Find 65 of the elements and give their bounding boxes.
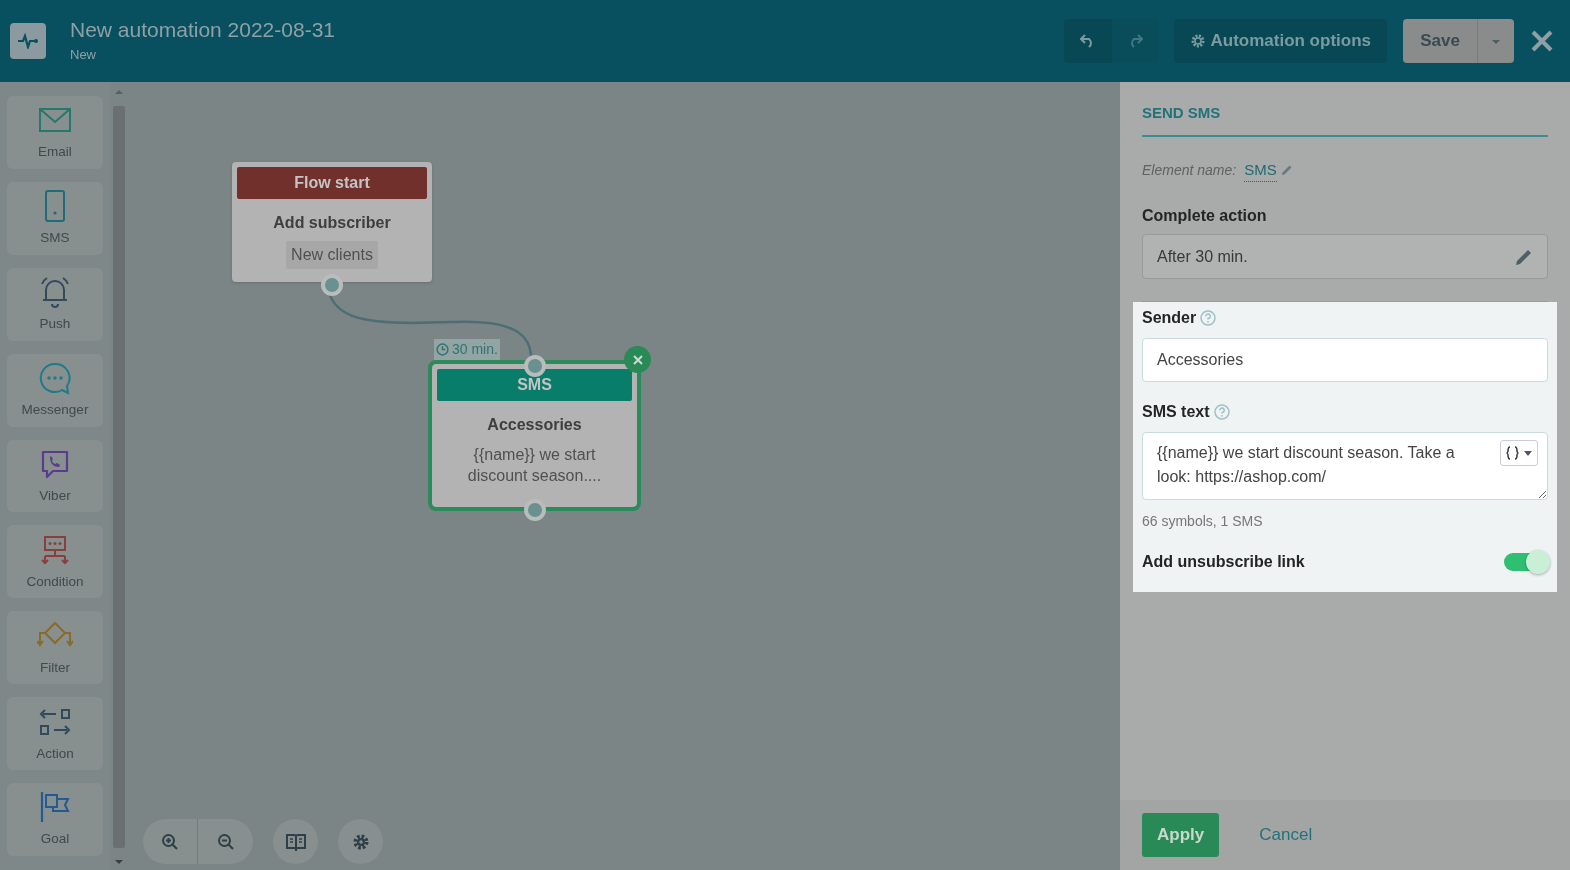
node-title: Accessories [486, 415, 583, 435]
complete-action-field[interactable]: After 30 min. [1142, 234, 1548, 279]
sender-field[interactable]: Accessories [1142, 338, 1548, 382]
flow-node[interactable]: Flow start Add subscriber New clients [232, 162, 432, 282]
node-tag: New clients [286, 241, 378, 269]
clock-icon [436, 343, 449, 356]
variables-button[interactable] [1500, 440, 1538, 466]
automation-options-button[interactable]: Automation options [1174, 19, 1387, 63]
node-header: SMS [437, 369, 632, 401]
apply-button[interactable]: Apply [1142, 813, 1220, 857]
undo-button[interactable] [1064, 19, 1113, 63]
delay-label: 30 min. [434, 339, 500, 360]
palette-item[interactable]: SMS [7, 181, 103, 255]
help-icon [1213, 404, 1230, 420]
automation-status: New [70, 45, 97, 64]
connection-port[interactable] [523, 355, 546, 377]
palette-item[interactable]: Filter [7, 611, 103, 685]
palette-item[interactable]: Viber [7, 439, 103, 513]
settings-icon [1190, 33, 1207, 49]
node-text: {{name}} we start discount season.... [466, 445, 603, 486]
redo-button[interactable] [1112, 19, 1159, 63]
sms-text-field[interactable]: {{name}} we start discount season. Take a look: https://ashop.com/ [1142, 432, 1548, 500]
pencil-icon [1280, 164, 1293, 177]
field-label: Complete action [1142, 206, 1268, 226]
zoom-in-icon [161, 832, 179, 851]
settings-icon [351, 832, 370, 851]
cancel-link[interactable]: Cancel [1259, 822, 1313, 848]
save-button[interactable]: Save [1403, 19, 1478, 63]
scroll-down-icon[interactable] [114, 858, 124, 866]
caret-icon [1491, 38, 1501, 45]
palette-item[interactable]: Action [7, 697, 103, 771]
field-label: Sender [1142, 308, 1197, 328]
node-title: Add subscriber [272, 213, 392, 233]
automation-title: New automation 2022-08-31 [70, 17, 335, 41]
book-icon [285, 832, 306, 851]
help-icon [1200, 310, 1217, 326]
pencil-icon [1515, 247, 1533, 266]
settings-button[interactable] [338, 819, 383, 864]
palette-item[interactable]: Push [7, 267, 103, 341]
symbol-counter: 66 symbols, 1 SMS [1142, 512, 1264, 531]
element-name-link[interactable]: SMS [1244, 158, 1277, 182]
guide-button[interactable] [273, 819, 318, 864]
unsubscribe-toggle[interactable] [1504, 553, 1548, 571]
palette-item[interactable]: Messenger [7, 353, 103, 427]
chat-bubble-icon [37, 360, 73, 396]
pulse-icon [17, 33, 39, 49]
node-header: Flow start [237, 167, 427, 199]
connection-port[interactable] [321, 274, 343, 296]
zoom-out-icon [216, 832, 235, 851]
panel-title: SEND SMS [1142, 102, 1548, 137]
caret-icon [1524, 450, 1532, 456]
close-icon [632, 354, 643, 365]
palette-item[interactable]: Goal [7, 783, 103, 856]
zoom-out-button[interactable] [198, 819, 253, 864]
palette-item[interactable]: Condition [7, 525, 103, 599]
close-icon [1530, 29, 1554, 53]
toggle-label: Add unsubscribe link [1142, 552, 1305, 572]
braces-icon [1506, 446, 1522, 460]
field-label: SMS text [1142, 402, 1210, 422]
close-button[interactable] [1530, 29, 1554, 53]
zoom-in-button[interactable] [143, 819, 198, 864]
scroll-up-icon[interactable] [114, 88, 124, 96]
palette-item[interactable]: Email [7, 96, 103, 169]
remove-node-button[interactable] [624, 346, 651, 373]
element-name-label: Element name: [1142, 160, 1237, 180]
